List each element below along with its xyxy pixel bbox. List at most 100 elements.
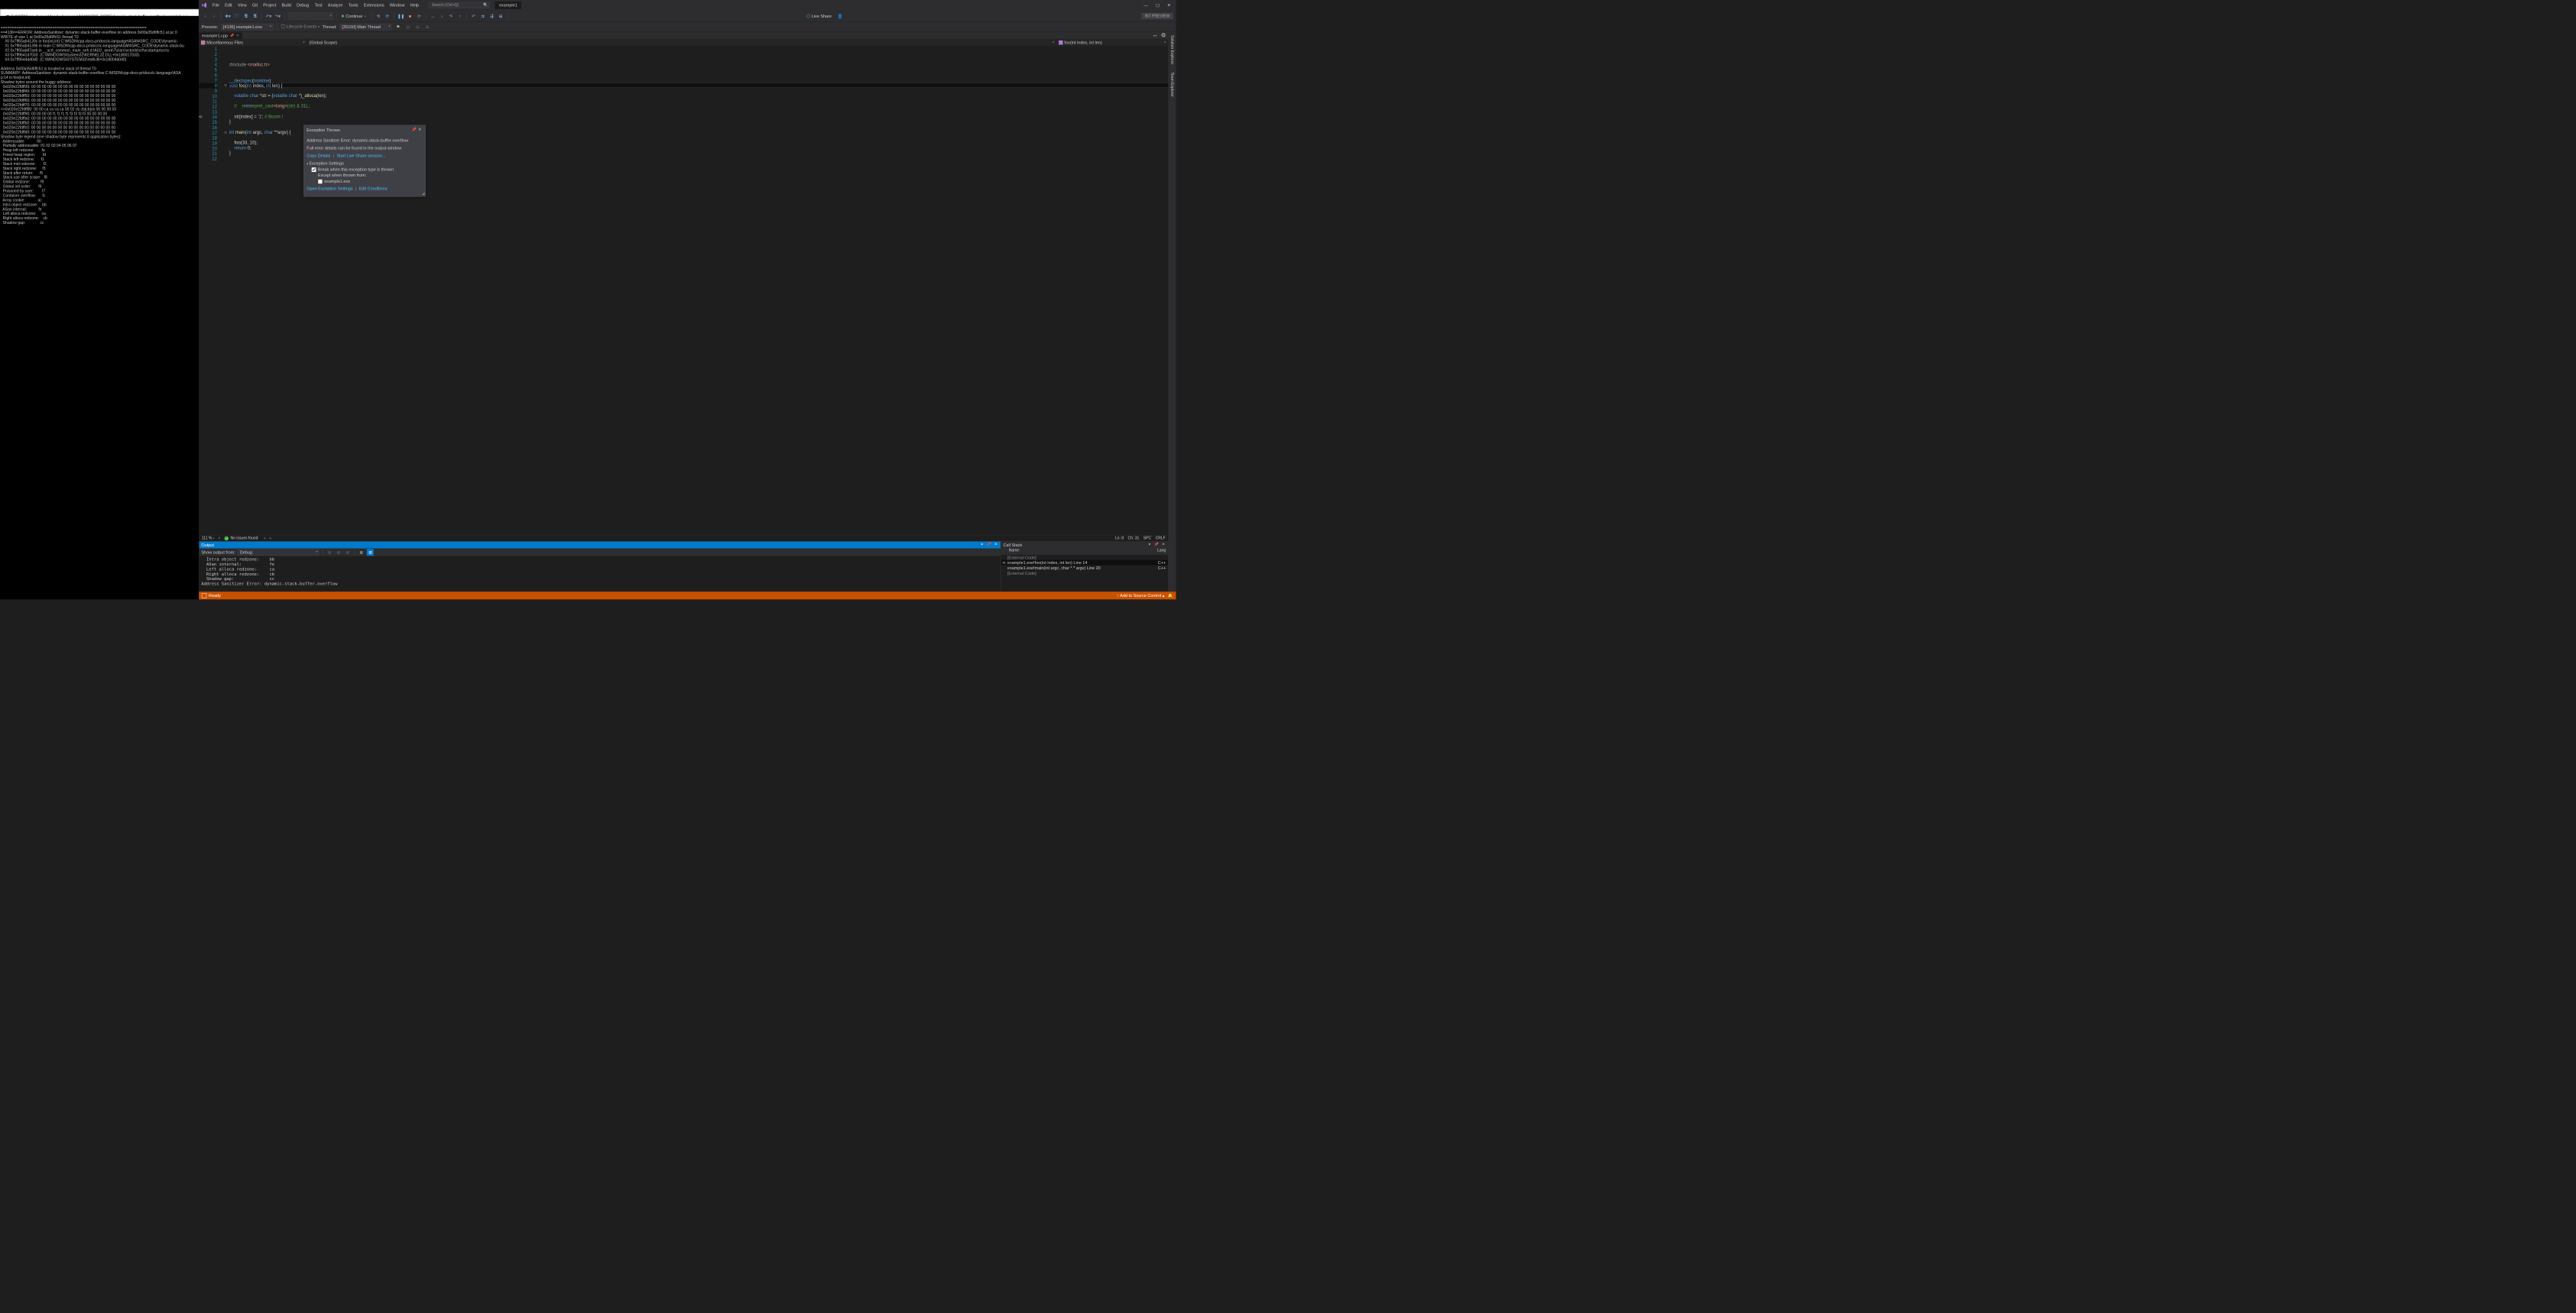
output-source-combo[interactable]: Debug xyxy=(238,550,320,556)
open-exception-settings-link[interactable]: Open Exception Settings xyxy=(307,186,352,190)
config-combo[interactable] xyxy=(288,12,333,19)
menu-git[interactable]: Git xyxy=(249,2,260,9)
out-indent-icon[interactable]: ≣ xyxy=(358,549,365,556)
callstack-dropdown-icon[interactable]: ▾ xyxy=(1147,543,1152,547)
zoom-level[interactable]: 111 % xyxy=(202,536,214,540)
pin-icon[interactable]: 📌 xyxy=(230,34,235,37)
undo-icon[interactable]: ↶▾ xyxy=(265,12,272,19)
navigation-bar: Miscellaneous Files (Global Scope) foo(i… xyxy=(199,39,1168,47)
doc-split-icon[interactable]: ↔ xyxy=(1151,32,1158,39)
callstack-pin-icon[interactable]: 📌 xyxy=(1154,543,1159,547)
nav-back-icon[interactable]: ◦ xyxy=(202,12,209,19)
callstack-title: Call Stack xyxy=(1003,543,1144,547)
except-when-label: Except when thrown from: xyxy=(318,173,423,177)
out-wrap-icon[interactable]: ≣ xyxy=(335,549,342,556)
next-statement-icon[interactable]: → xyxy=(430,12,436,19)
menubar: FileEditViewGitProjectBuildDebugTestAnal… xyxy=(199,0,1176,11)
side-tab-team-explorer[interactable]: Team Explorer xyxy=(1170,71,1175,99)
flag-icon[interactable]: ⚑ xyxy=(394,23,401,30)
tb-misc4-icon[interactable]: ⊞ xyxy=(498,12,504,19)
side-tab-solution-explorer[interactable]: Solution Explorer xyxy=(1170,34,1175,66)
hot-reload1-icon[interactable]: ⟲ xyxy=(375,12,381,19)
break-all-icon[interactable]: ❚❚ xyxy=(397,12,404,19)
solution-tab[interactable]: example1 xyxy=(495,2,522,9)
edit-conditions-link[interactable]: Edit Conditions xyxy=(359,186,388,190)
stop-icon[interactable]: ■ xyxy=(407,12,414,19)
menu-analyze[interactable]: Analyze xyxy=(325,2,346,9)
redo-icon[interactable]: ↷▾ xyxy=(274,12,281,19)
resize-grip-icon[interactable]: ◢ xyxy=(422,192,425,196)
out-toggle-icon[interactable]: ⊞ xyxy=(367,549,374,556)
menu-edit[interactable]: Edit xyxy=(222,2,235,9)
callstack-row[interactable]: [External Code] xyxy=(1001,555,1168,560)
nav-scope-function[interactable]: foo(int index, int len) xyxy=(1056,39,1168,47)
notifications-icon[interactable]: 🔔 xyxy=(1168,593,1173,598)
tb-misc3-icon[interactable]: ⇶ xyxy=(488,12,495,19)
output-panel: Output ▾ 📌 ✕ Show output from: Debug ≣ ≣… xyxy=(199,541,1001,592)
menu-extensions[interactable]: Extensions xyxy=(361,2,387,9)
out-clear-icon[interactable]: ≣ xyxy=(326,549,333,556)
close-button[interactable]: ✕ xyxy=(1167,3,1171,8)
eol-indicator: CRLF xyxy=(1156,536,1166,540)
maximize-button[interactable]: ▢ xyxy=(1156,3,1160,8)
new-item-icon[interactable]: ✚▾ xyxy=(225,12,232,19)
stack-frame2-icon[interactable]: ⊟ xyxy=(414,23,421,30)
copy-details-link[interactable]: Copy Details xyxy=(307,153,330,157)
close-tab-icon[interactable]: ✕ xyxy=(236,34,239,37)
lifecycle-events-button[interactable]: 🖵 Lifecycle Events ▾ xyxy=(281,24,320,29)
step-over-icon[interactable]: ↷ xyxy=(447,12,454,19)
nav-scope-project[interactable]: Miscellaneous Files xyxy=(199,39,307,47)
menu-test[interactable]: Test xyxy=(312,2,325,9)
output-pin-icon[interactable]: 📌 xyxy=(987,543,991,547)
stack-frame3-icon[interactable]: ⊟ xyxy=(424,23,431,30)
restart-icon[interactable]: ⟳ xyxy=(416,12,423,19)
tb-misc1-icon[interactable]: ↶ xyxy=(470,12,477,19)
thread-combo[interactable]: [35160] Main Thread xyxy=(339,24,391,30)
menu-build[interactable]: Build xyxy=(279,2,294,9)
process-combo[interactable]: [4136] example1.exe xyxy=(221,24,273,30)
break-when-thrown-check[interactable]: Break when this exception type is thrown xyxy=(312,167,423,172)
out-scroll-icon[interactable]: ≣ xyxy=(344,549,351,556)
pin-popup-icon[interactable]: 📌 xyxy=(411,128,417,133)
doc-settings-icon[interactable]: ⚙ xyxy=(1160,32,1166,39)
source-control-button[interactable]: ↑ Add to Source Control ▴ xyxy=(1117,593,1164,598)
stack-frame1-icon[interactable]: ⊟ xyxy=(404,23,411,30)
step-out-icon[interactable]: ↑ xyxy=(456,12,463,19)
live-share-button[interactable]: ⬡ Live Share xyxy=(806,14,832,18)
step-into-icon[interactable]: ↓ xyxy=(438,12,445,19)
output-body[interactable]: Intra object redzone: bb ASan internal: … xyxy=(200,556,1001,592)
issues-status[interactable]: No issues found xyxy=(225,536,258,540)
callstack-row[interactable]: ➪example1.exe!foo(int index, int len) Li… xyxy=(1001,560,1168,566)
menu-help[interactable]: Help xyxy=(407,2,422,9)
continue-button[interactable]: Continue▾ xyxy=(340,13,368,19)
except-checkbox[interactable] xyxy=(318,179,323,183)
live-share-admin-icon[interactable]: 👤 xyxy=(836,12,843,19)
nav-fwd-icon[interactable]: ◦ xyxy=(211,12,218,19)
menu-debug[interactable]: Debug xyxy=(294,2,311,9)
menu-view[interactable]: View xyxy=(235,2,249,9)
nav-scope-global[interactable]: (Global Scope) xyxy=(307,39,1057,47)
callstack-row[interactable]: [External Code] xyxy=(1001,570,1168,575)
document-tab[interactable]: example1.cpp 📌 ✕ xyxy=(199,32,242,38)
menu-project[interactable]: Project xyxy=(261,2,279,9)
search-input[interactable]: Search (Ctrl+Q) xyxy=(429,2,490,8)
except-item-check[interactable]: example1.exe xyxy=(318,179,423,183)
start-live-share-link[interactable]: Start Live Share session... xyxy=(336,153,385,157)
save-all-icon[interactable]: 🖫 xyxy=(251,12,258,19)
tb-misc2-icon[interactable]: ⇉ xyxy=(479,12,486,19)
callstack-row[interactable]: example1.exe!main(int argc, char * * arg… xyxy=(1001,566,1168,571)
save-icon[interactable]: 🖫 xyxy=(242,12,249,19)
hot-reload2-icon[interactable]: ⟳ xyxy=(384,12,391,19)
exception-settings-header[interactable]: Exception Settings xyxy=(307,160,423,165)
menu-file[interactable]: File xyxy=(209,2,222,9)
open-file-icon[interactable]: 🗁 xyxy=(233,12,240,19)
close-popup-icon[interactable]: ✕ xyxy=(417,128,423,133)
output-close-icon[interactable]: ✕ xyxy=(994,543,998,547)
callstack-close-icon[interactable]: ✕ xyxy=(1161,543,1166,547)
code-editor[interactable]: 12345678910111213141516171819202122 ⊟⊟ #… xyxy=(199,47,1168,535)
break-checkbox[interactable] xyxy=(312,167,316,172)
menu-tools[interactable]: Tools xyxy=(346,2,361,9)
menu-window[interactable]: Window xyxy=(387,2,407,9)
output-dropdown-icon[interactable]: ▾ xyxy=(979,543,984,547)
minimize-button[interactable]: — xyxy=(1144,3,1147,8)
